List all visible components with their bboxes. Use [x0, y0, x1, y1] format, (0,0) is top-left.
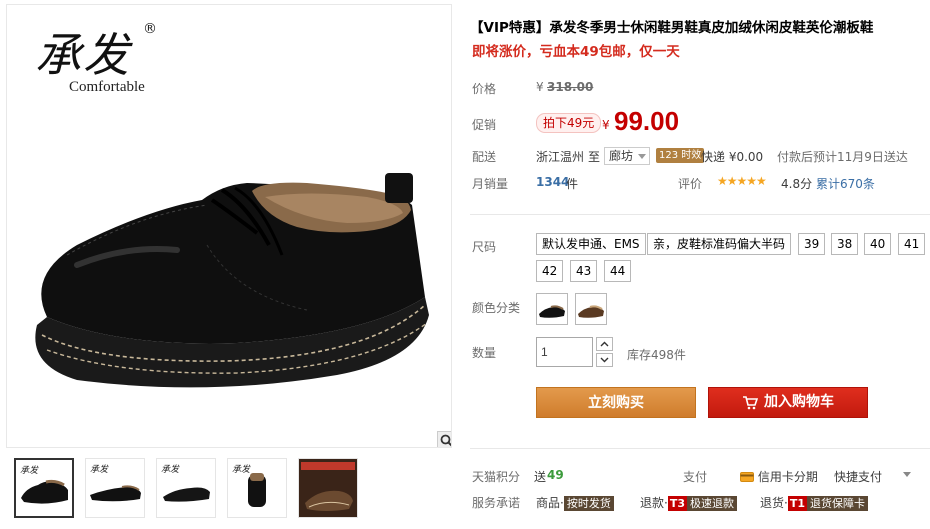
thumbnail-brand-logo: 承发: [161, 465, 180, 475]
shipping-origin: 浙江温州: [536, 150, 585, 164]
delivery-eta: 付款后预计11月9日送达: [777, 150, 908, 164]
service-shipping-tag: 按时发货: [563, 496, 614, 511]
size-option[interactable]: 40: [864, 233, 892, 255]
size-option[interactable]: 44: [604, 260, 632, 282]
buy-now-button[interactable]: 立刻购买: [536, 387, 696, 418]
product-subtitle: 即将涨价，亏血本49包邮，仅一天: [472, 44, 680, 60]
service-refund-prefix: 退款·: [640, 496, 668, 510]
pay-label: 支付: [683, 470, 708, 484]
size-option[interactable]: 43: [570, 260, 598, 282]
thumbnail-4[interactable]: 承发: [227, 458, 287, 518]
promo-price: 99.00: [614, 106, 680, 136]
add-to-cart-button[interactable]: 加入购物车: [708, 387, 868, 418]
divider: [470, 214, 930, 215]
color-option-black[interactable]: [536, 293, 568, 325]
promo-yen: ¥: [602, 118, 610, 132]
service-refund-tag: 极速退款: [687, 496, 737, 511]
size-option[interactable]: 38: [831, 233, 859, 255]
credit-card-icon: [740, 472, 754, 482]
product-info-panel: 【VIP特惠】承发冬季男士休闲鞋男鞋真皮加绒休闲皮鞋英伦潮板鞋 即将涨价，亏血本…: [470, 0, 930, 529]
chevron-down-icon[interactable]: [903, 472, 911, 477]
promo-badge: 拍下49元: [536, 113, 602, 133]
size-option[interactable]: 42: [536, 260, 564, 282]
color-option-brown[interactable]: [575, 293, 607, 325]
destination-select[interactable]: 廊坊: [604, 147, 651, 165]
product-title: 【VIP特惠】承发冬季男士休闲鞋男鞋真皮加绒休闲皮鞋英伦潮板鞋: [470, 20, 874, 36]
shoe-illustration: [35, 173, 429, 388]
service-return-tag: 退货保障卡: [807, 496, 868, 511]
size-option[interactable]: 41: [898, 233, 926, 255]
service-return-prefix: 退货·: [760, 496, 788, 510]
thumbnail-brand-logo: 承发: [20, 466, 39, 476]
shipping-label: 配送: [472, 150, 497, 164]
quantity-label: 数量: [472, 346, 497, 360]
shipping-to: 至: [588, 150, 601, 164]
credit-installment-label: 信用卡分期: [757, 470, 818, 484]
thumbnail-brand-logo: 承发: [90, 465, 109, 475]
chevron-up-icon: [600, 341, 609, 347]
credit-installment[interactable]: 信用卡分期: [740, 468, 818, 485]
thumbnail-1[interactable]: 承发: [14, 458, 74, 518]
color-label: 颜色分类: [472, 301, 521, 315]
price-yen: ¥: [536, 80, 544, 94]
delivery-time-badge: 123 时效: [656, 148, 705, 163]
rating-score: 4.8分: [781, 177, 813, 191]
original-price: 318.00: [547, 80, 594, 94]
service-return-t: T1: [787, 496, 807, 511]
chevron-down-icon: [638, 154, 647, 159]
promo-label: 促销: [472, 118, 497, 132]
add-to-cart-label: 加入购物车: [764, 394, 834, 410]
size-option[interactable]: 39: [798, 233, 826, 255]
monthly-sales-count: 1344: [536, 175, 570, 189]
points-value: 49: [547, 468, 564, 482]
courier-fee: 快递 ¥0.00: [701, 150, 764, 164]
review-count-link[interactable]: 累计670条: [816, 175, 875, 192]
size-option[interactable]: 亲，皮鞋标准码偏大半码: [647, 233, 792, 255]
quantity-decrease-button[interactable]: [596, 353, 613, 367]
service-refund-t: T3: [667, 496, 687, 511]
cart-icon: [743, 395, 758, 409]
points-label: 天猫积分: [472, 470, 521, 484]
product-gallery: 承发 ® Comfortable 承发 承发 承发 承发: [0, 0, 456, 529]
service-shipping-prefix: 商品·: [536, 496, 564, 510]
destination-value: 廊坊: [609, 149, 634, 163]
quantity-increase-button[interactable]: [596, 337, 613, 351]
points-prefix: 送: [534, 470, 547, 484]
monthly-sales-unit: 件: [566, 177, 579, 191]
size-label: 尺码: [472, 240, 497, 254]
zoom-icon[interactable]: [437, 431, 451, 447]
monthly-sales-label: 月销量: [472, 177, 509, 191]
rating-stars-icon: ★★★★★: [717, 174, 767, 188]
size-option[interactable]: 默认发申通、EMS: [536, 233, 646, 255]
quick-pay[interactable]: 快捷支付: [834, 468, 882, 485]
divider: [470, 448, 930, 449]
service-label: 服务承诺: [472, 496, 521, 510]
stock-count: 库存498件: [627, 348, 686, 362]
price-label: 价格: [472, 82, 497, 96]
thumbnail-3[interactable]: 承发: [156, 458, 216, 518]
chevron-down-icon: [600, 357, 609, 363]
rating-label: 评价: [678, 177, 703, 191]
thumbnail-2[interactable]: 承发: [85, 458, 145, 518]
thumbnail-strip: 承发 承发 承发 承发: [14, 458, 358, 518]
service-shipping: 商品· 按时发货: [536, 494, 614, 511]
main-product-image[interactable]: 承发 ® Comfortable: [6, 4, 452, 448]
thumbnail-5[interactable]: [298, 458, 358, 518]
quantity-input[interactable]: [536, 337, 593, 367]
thumbnail-brand-logo: 承发: [232, 465, 251, 475]
service-return: 退货· T1 退货保障卡: [760, 494, 868, 511]
service-refund: 退款· T3 极速退款: [640, 494, 737, 511]
